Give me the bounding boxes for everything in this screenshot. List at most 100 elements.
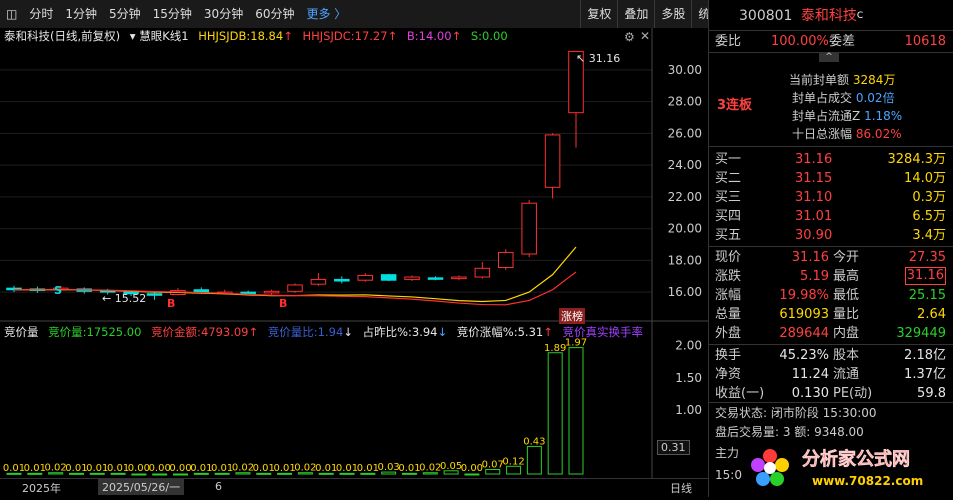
auction-bar-label: 0.01 [398, 463, 420, 474]
close-icon[interactable]: ✕ [640, 29, 650, 43]
tool-button-0[interactable]: 复权 [580, 0, 617, 28]
period-tab-4[interactable]: 30分钟 [198, 0, 249, 28]
bid-volume: 6.5万 [912, 209, 946, 224]
watermark-logo: 分析家公式网 www.70822.com [742, 440, 953, 497]
auction-bar-label: 0.01 [211, 463, 233, 474]
candle-body [380, 274, 397, 281]
candle-body [310, 278, 327, 285]
auction-real-label: 竞价真实换手率 [562, 325, 644, 339]
date-axis: 2025年 2025/05/26/一 6 日线 [0, 478, 708, 498]
stat-cell: 2.64 [917, 307, 946, 322]
buy-marker: B [279, 297, 288, 310]
bid-label: 买二 [715, 171, 742, 186]
stat-cell: 25.15 [908, 288, 946, 303]
auction-bar [464, 473, 480, 476]
auction-title: 竞价量 [4, 325, 39, 339]
stat-cell: 最高 [833, 269, 860, 284]
hhjsjdb-label: HHJSJDB: [198, 29, 251, 43]
stat-row: 涨跌 5.19 最高 31.16 [715, 267, 946, 286]
candle-body [544, 134, 561, 188]
period-tab-2[interactable]: 5分钟 [103, 0, 147, 28]
auction-bar [152, 473, 168, 476]
stock-name-header: 泰和科技 [800, 8, 857, 24]
tool-button-1[interactable]: 叠加 [617, 0, 654, 28]
auction-bar-label: 0.01 [24, 463, 46, 474]
stat-row: 现价 31.16 今开 27.35 [715, 248, 946, 267]
stat2-cell: 59.8 [917, 386, 946, 401]
bid-price: 31.10 [795, 190, 833, 205]
bid-row: 买四 31.01 6.5万 [715, 207, 946, 226]
auction-bar-label: 0.01 [65, 463, 87, 474]
price-tick: 30.00 [668, 63, 702, 77]
panel-toggle-icon[interactable]: ◫ [0, 0, 23, 28]
fd-liutong-row: 封单占流通Z 1.18% [792, 109, 903, 123]
candle-body [497, 251, 514, 269]
stock-name: 泰和科技 [4, 29, 50, 43]
stat-cell: 涨跌 [715, 269, 742, 284]
zf10-row: 十日总涨幅 86.02% [792, 127, 902, 141]
price-tick: 28.00 [668, 95, 702, 109]
s-label: S: [470, 29, 483, 43]
auction-bar-label: 0.01 [253, 463, 275, 474]
price-tick: 16.00 [668, 285, 702, 299]
auction-bar-label: 0.01 [3, 463, 25, 474]
vol-tick: 1.50 [675, 371, 702, 385]
auction-bar-label: 0.02 [44, 463, 66, 474]
weibi-row: 委比 100.00% 委差 10618 [715, 34, 946, 49]
bid-label: 买五 [715, 228, 742, 243]
candle-body [334, 278, 350, 282]
price-tick: 20.00 [668, 222, 702, 236]
auction-bar-label: 0.02 [419, 463, 441, 474]
b-value: 14.00 [418, 29, 452, 43]
hhjsjdb-value: 18.84 [250, 29, 284, 43]
stat2-cell: 换手 [715, 348, 742, 363]
stat2-cell: 流通 [833, 367, 860, 382]
stat2-cell: 净资 [715, 367, 742, 382]
expand-icon[interactable]: ^ [819, 52, 839, 62]
auction-bar-label: 0.00 [461, 463, 483, 474]
logo-url: www.70822.com [812, 474, 923, 488]
stat-row: 涨幅 19.98% 最低 25.15 [715, 286, 946, 305]
auction-bar [173, 473, 189, 476]
vol-tick: 1.00 [675, 403, 702, 417]
auction-rise-label: 竞价涨幅%: [456, 325, 518, 339]
period-tab-0[interactable]: 分时 [23, 0, 59, 28]
period-tab-5[interactable]: 60分钟 [249, 0, 300, 28]
collapse-icon[interactable]: ▾ [130, 29, 136, 43]
more-periods-button[interactable]: 更多 〉 [300, 0, 352, 28]
period-tab-3[interactable]: 15分钟 [147, 0, 198, 28]
b-label: B: [406, 29, 419, 43]
auction-bar-label: 0.00 [169, 463, 191, 474]
stat2-row: 收益(一) 0.130 PE(动) 59.8 [715, 384, 946, 403]
auction-bar-label: 0.02 [232, 463, 254, 474]
auction-vol-value: 17525.00 [86, 325, 142, 339]
auction-pct-label: 占昨比%: [362, 325, 412, 339]
period-tabs: 分时 1分钟 5分钟 15分钟 30分钟 60分钟 [23, 0, 300, 28]
settings-icon[interactable]: ⚙ [624, 30, 635, 44]
bid-label: 买一 [715, 152, 742, 167]
bid-label: 买四 [715, 209, 742, 224]
candle-body [240, 291, 256, 295]
stat2-cell: 2.18亿 [904, 348, 946, 363]
auction-bar-label: 1.89 [544, 343, 566, 354]
auction-rise-value: 5.31 [517, 325, 544, 339]
bid-row: 买三 31.10 0.3万 [715, 188, 946, 207]
stat-cell: 今开 [833, 250, 860, 265]
tool-button-2[interactable]: 多股 [654, 0, 691, 28]
auction-bar-label: 0.43 [523, 436, 545, 447]
auction-bar-label: 0.01 [107, 463, 129, 474]
stat2-cell: 1.37亿 [904, 367, 946, 382]
stat2-row: 换手 45.23% 股本 2.18亿 [715, 346, 946, 365]
bid-price: 31.15 [795, 171, 833, 186]
kline-chart[interactable]: 16.00 18.00 20.00 22.00 24.00 26.00 28.00 30.00… [0, 28, 708, 497]
stock-code: 300801 [739, 8, 793, 24]
auction-pct-value: 3.94 [411, 325, 438, 339]
bid-row: 买五 30.90 3.4万 [715, 226, 946, 245]
period-label[interactable]: 日线 [670, 480, 692, 496]
auction-vol-label: 竞价量: [48, 325, 87, 339]
period-tab-1[interactable]: 1分钟 [59, 0, 103, 28]
s-value: 0.00 [482, 29, 508, 43]
stat2-cell: 0.130 [791, 386, 829, 401]
bid-label: 买三 [715, 190, 742, 205]
indicator-name[interactable]: 慧眼K线1 [139, 29, 188, 43]
